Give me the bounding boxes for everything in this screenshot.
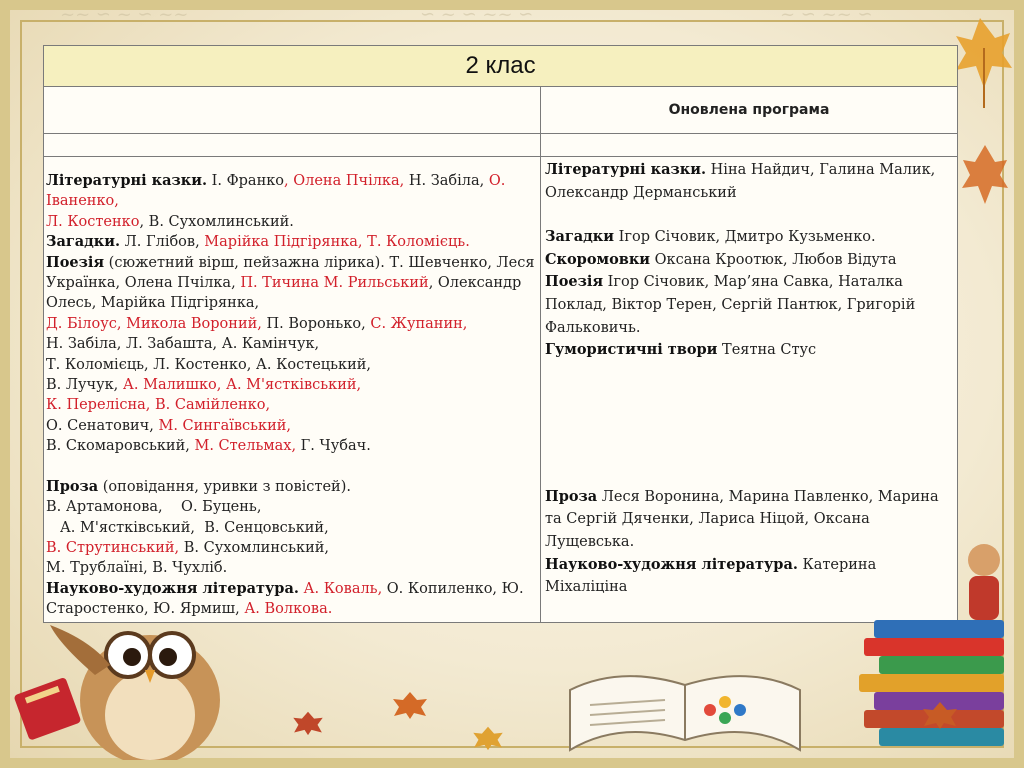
section-heading: Загадки.: [46, 233, 121, 251]
owl-illustration-icon: [14, 625, 220, 760]
author-text: В. Сухомлинський,: [179, 539, 330, 556]
highlighted-author: М. Стельмах,: [194, 438, 297, 455]
highlighted-author: В. Струтинський,: [46, 539, 180, 556]
text-line: А. М'ястківський, В. Сенцовський,: [46, 519, 329, 536]
right-column-header: Оновлена програма: [539, 86, 959, 134]
author-text: (оповідання, уривки з повістей).: [98, 478, 351, 495]
highlighted-author: Марійка Підгірянка, Т. Коломієць.: [204, 234, 470, 251]
table-empty-row: [43, 133, 959, 157]
section-heading: Скоромовки: [545, 250, 651, 268]
author-text: Оксана Кроотюк, Любов Відута: [650, 251, 897, 268]
text-line: Скоромовки Оксана Кроотюк, Любов Відута: [545, 249, 955, 272]
text-line: Д. Білоус, Микола Вороний, П. Воронько, …: [46, 314, 538, 334]
autumn-leaf-icon: [962, 145, 1008, 204]
text-line: Проза (оповідання, уривки з повістей).: [46, 477, 538, 497]
highlighted-author: Л. Костенко: [46, 213, 140, 230]
autumn-leaf-icon: [923, 702, 957, 729]
author-text: Ігор Січовик, Дмитро Кузьменко.: [614, 229, 876, 246]
author-text: В. Скомаровський,: [46, 438, 195, 455]
autumn-leaf-icon: [393, 692, 427, 719]
author-text: Теятна Стус: [717, 342, 817, 359]
section-heading: Літературні казки.: [545, 161, 707, 178]
empty-cell: [43, 133, 541, 157]
autumn-leaf-icon: [293, 711, 323, 736]
text-line: Загадки. Л. Глібов, Марійка Підгірянка, …: [46, 232, 538, 252]
highlighted-author: А. Коваль,: [303, 580, 383, 597]
section-heading: Науково-художня література.: [545, 555, 798, 573]
highlighted-author: К. Перелісна, В. Самійленко,: [46, 397, 271, 414]
highlighted-author: С. Жупанин,: [370, 315, 468, 332]
text-line: В. Скомаровський, М. Стельмах, Г. Чубач.: [46, 436, 538, 456]
text-line: Н. Забіла, Л. Забашта, А. Камінчук,: [46, 336, 320, 353]
text-line: Поезія Ігор Січовик, Мар’яна Савка, Ната…: [545, 271, 955, 339]
section-heading: Літературні казки.: [46, 172, 208, 189]
author-text: В. Лучук,: [46, 377, 123, 394]
text-line: В. Артамонова, О. Буцень,: [46, 499, 262, 516]
text-line: М. Трублаїні, В. Чухліб.: [46, 560, 228, 577]
old-program-cell: Літературні казки. І. Франко, Олена Пчіл…: [43, 156, 541, 623]
text-line: Поезія (сюжетний вірш, пейзажна лірика).…: [46, 253, 538, 314]
section-heading: Проза: [46, 477, 99, 495]
table-title: 2 клас: [42, 45, 959, 87]
author-text: Г. Чубач.: [296, 438, 371, 455]
left-column-header: [43, 86, 541, 134]
text-line: Загадки Ігор Січовик, Дмитро Кузьменко.: [545, 226, 955, 249]
highlighted-author: Д. Білоус, Микола Вороний,: [46, 315, 262, 332]
author-text: Л. Глібов,: [120, 234, 205, 251]
text-line: Літературні казки. Ніна Найдич, Галина М…: [545, 159, 955, 204]
author-text: , В. Сухомлинський.: [139, 213, 294, 230]
open-book-icon: [569, 675, 801, 752]
text-line: О. Сенатович, М. Сингаївський,: [46, 416, 538, 436]
bg-scribble: ~ ∽ ~~ ∽: [780, 4, 873, 25]
highlighted-author: П. Тичина М. Рильський: [240, 275, 429, 292]
section-heading: Поезія: [46, 253, 105, 271]
author-text: І. Франко: [207, 173, 285, 189]
text-line: Літературні казки. І. Франко, Олена Пчіл…: [46, 171, 538, 212]
text-line: Гумористичні твори Теятна Стус: [545, 339, 955, 362]
author-text: Н. Забіла,: [404, 173, 489, 189]
section-heading: Проза: [545, 487, 598, 505]
text-line: К. Перелісна, В. Самійленко,: [46, 395, 538, 415]
program-comparison-table: 2 клас Оновлена програма Літературні каз…: [42, 45, 959, 623]
highlighted-author: , Олена Пчілка,: [284, 173, 405, 189]
table-header-row: Оновлена програма: [43, 86, 959, 134]
highlighted-author: М. Сингаївський,: [158, 417, 292, 434]
text-line: Л. Костенко, В. Сухомлинський.: [46, 212, 538, 232]
text-line: Т. Коломієць, Л. Костенко, А. Костецький…: [46, 356, 372, 373]
table-body-row: Літературні казки. І. Франко, Олена Пчіл…: [43, 156, 959, 623]
empty-cell: [539, 133, 959, 157]
section-heading: Поезія: [545, 273, 604, 291]
section-heading: Гумористичні твори: [545, 341, 718, 359]
table-title-row: 2 клас: [42, 45, 959, 87]
bg-scribble: ∽ ~ ∽ ~~ ∽: [420, 4, 534, 25]
text-line: В. Лучук, А. Малишко, А. М'ястківський,: [46, 375, 538, 395]
autumn-leaf-icon: [473, 726, 503, 751]
highlighted-author: А. Малишко, А. М'ястківський,: [122, 377, 362, 394]
highlighted-author: А. Волкова.: [244, 601, 333, 618]
autumn-leaf-icon: [956, 18, 1012, 108]
text-line: В. Струтинський, В. Сухомлинський,: [46, 538, 538, 558]
section-heading: Науково-художня література.: [46, 579, 299, 597]
bg-scribble: ~~ ∽ ~ ∽ ~~: [60, 4, 189, 25]
section-heading: Загадки: [545, 228, 615, 246]
author-text: П. Воронько,: [261, 315, 371, 332]
author-text: О. Сенатович,: [46, 417, 159, 434]
